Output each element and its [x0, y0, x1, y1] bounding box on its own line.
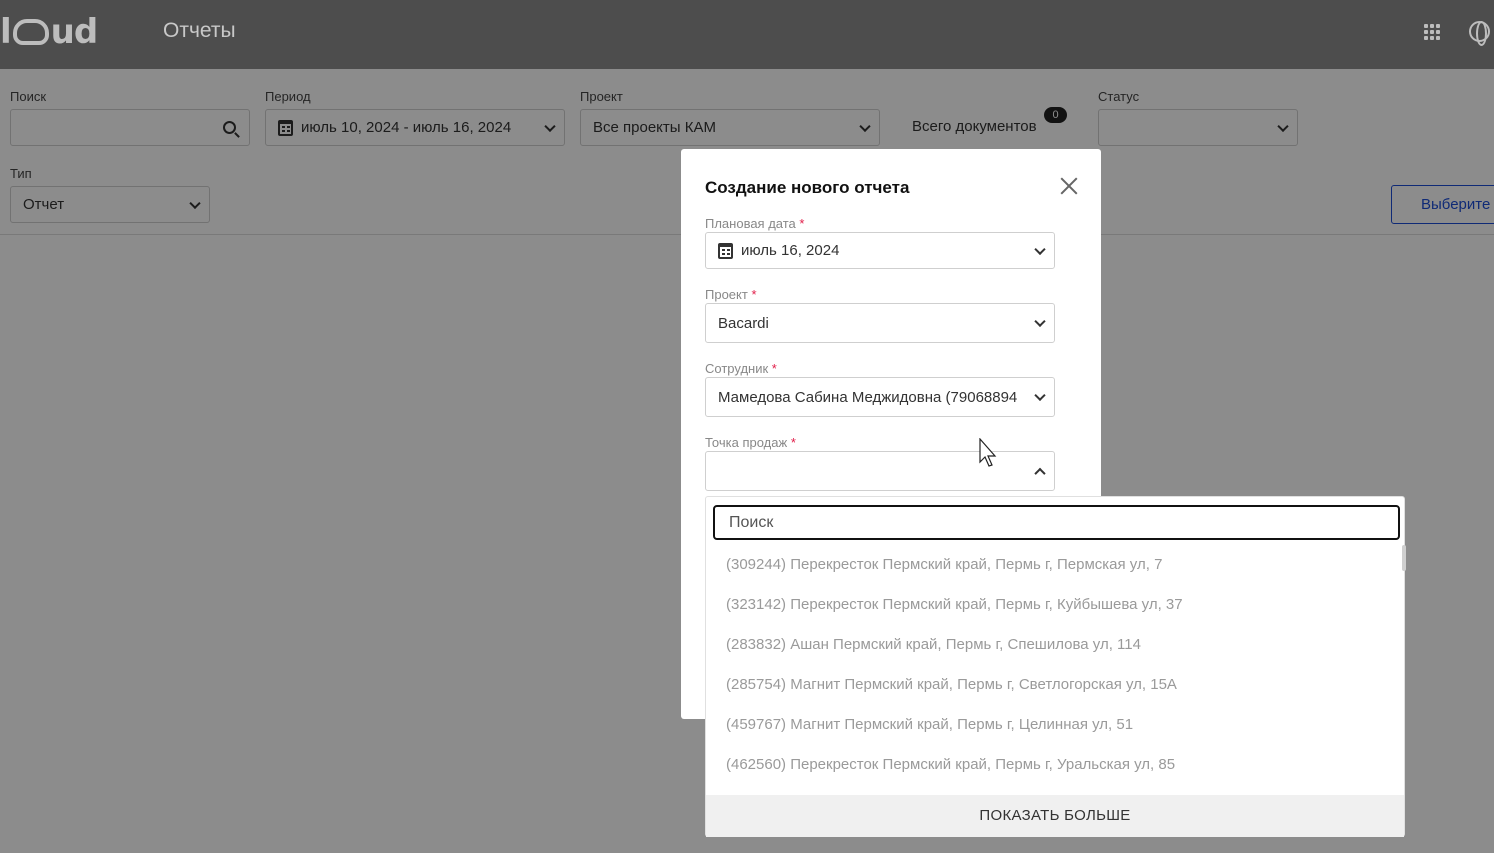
- dropdown-option[interactable]: (309244) Перекресток Пермский край, Перм…: [706, 545, 1404, 585]
- planned-date-picker[interactable]: июль 16, 2024: [705, 232, 1055, 269]
- mouse-cursor-icon: [979, 438, 997, 467]
- employee-select[interactable]: Мамедова Сабина Меджидовна (79068894: [705, 377, 1055, 417]
- project-label: Проект *: [705, 287, 757, 302]
- page-title: Отчеты: [163, 19, 236, 42]
- modal-title: Создание нового отчета: [705, 178, 910, 197]
- dropdown-option[interactable]: (462560) Перекресток Пермский край, Перм…: [706, 745, 1404, 785]
- calendar-icon: [718, 242, 733, 259]
- project-value: Bacardi: [718, 314, 769, 332]
- globe-icon[interactable]: [1469, 21, 1490, 46]
- point-of-sale-select[interactable]: [705, 451, 1055, 491]
- planned-date-label: Плановая дата *: [705, 216, 805, 231]
- dropdown-options-list: (309244) Перекресток Пермский край, Перм…: [706, 545, 1404, 795]
- dropdown-option[interactable]: (283832) Ашан Пермский край, Пермь г, Сп…: [706, 625, 1404, 665]
- dropdown-option[interactable]: (285754) Магнит Пермский край, Пермь г, …: [706, 665, 1404, 705]
- dropdown-option[interactable]: (459767) Магнит Пермский край, Пермь г, …: [706, 705, 1404, 745]
- dropdown-option[interactable]: (323142) Перекресток Пермский край, Перм…: [706, 585, 1404, 625]
- point-of-sale-dropdown: (309244) Перекресток Пермский край, Перм…: [705, 496, 1406, 837]
- show-more-button[interactable]: ПОКАЗАТЬ БОЛЬШЕ: [706, 795, 1404, 837]
- dropdown-search-input[interactable]: [713, 505, 1400, 540]
- planned-date-value: июль 16, 2024: [741, 242, 840, 259]
- chevron-down-icon: [1034, 315, 1046, 328]
- project-select[interactable]: Bacardi: [705, 303, 1055, 343]
- app-logo[interactable]: l ud: [0, 12, 98, 52]
- grid-icon[interactable]: [1424, 24, 1440, 40]
- point-of-sale-label: Точка продаж *: [705, 435, 796, 450]
- top-bar: l ud Отчеты: [0, 0, 1494, 69]
- employee-label: Сотрудник *: [705, 361, 777, 376]
- chevron-down-icon: [1034, 243, 1046, 255]
- close-icon[interactable]: [1060, 177, 1078, 195]
- chevron-up-icon: [1034, 467, 1046, 480]
- dropdown-scrollbar[interactable]: [1402, 545, 1406, 571]
- cloud-icon: [12, 19, 49, 45]
- chevron-down-icon: [1034, 389, 1046, 402]
- employee-value: Мамедова Сабина Меджидовна (79068894: [718, 388, 1018, 406]
